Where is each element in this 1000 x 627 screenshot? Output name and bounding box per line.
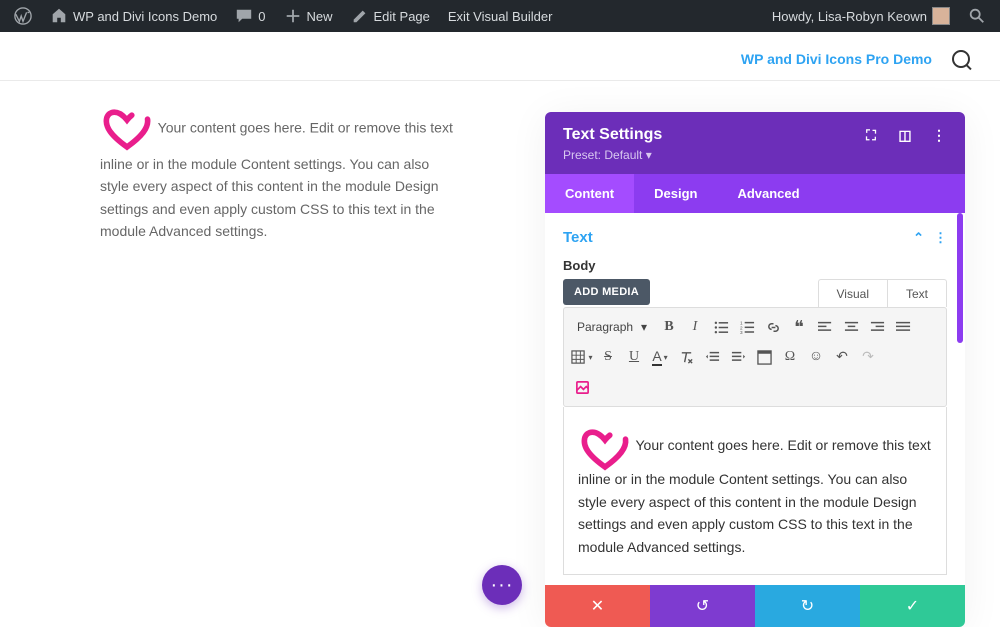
tab-content[interactable]: Content bbox=[545, 174, 634, 213]
wp-logo[interactable] bbox=[8, 0, 38, 32]
divi-icons-button[interactable] bbox=[570, 375, 594, 399]
heart-icon bbox=[100, 105, 154, 153]
tab-advanced[interactable]: Advanced bbox=[717, 174, 819, 213]
preset-selector[interactable]: Preset: Default ▾ bbox=[563, 148, 947, 162]
clear-format-icon[interactable] bbox=[674, 345, 698, 369]
snap-icon[interactable]: ◫ bbox=[897, 127, 913, 143]
panel-header[interactable]: Text Settings ⛶ ◫ ⋮ Preset: Default ▾ bbox=[545, 112, 965, 174]
editor-tab-text[interactable]: Text bbox=[887, 279, 947, 307]
number-list-icon[interactable]: 123 bbox=[735, 315, 759, 339]
comments-link[interactable]: 0 bbox=[229, 0, 271, 32]
svg-text:3: 3 bbox=[740, 330, 743, 335]
section-kebab-icon[interactable]: ⋮ bbox=[934, 230, 947, 246]
redo-button[interactable]: ↻ bbox=[755, 585, 860, 627]
emoji-icon[interactable]: ☺ bbox=[804, 345, 828, 369]
panel-tabs: Content Design Advanced bbox=[545, 174, 965, 213]
undo-icon[interactable]: ↶ bbox=[830, 345, 854, 369]
outdent-icon[interactable] bbox=[700, 345, 724, 369]
format-select[interactable]: Paragraph▾ bbox=[570, 316, 655, 338]
site-name[interactable]: WP and Divi Icons Demo bbox=[44, 0, 223, 32]
add-media-button[interactable]: ADD MEDIA bbox=[563, 279, 650, 305]
kebab-icon[interactable]: ⋮ bbox=[931, 127, 947, 143]
link-icon[interactable] bbox=[761, 315, 785, 339]
redo-icon[interactable]: ↷ bbox=[856, 345, 880, 369]
quote-icon[interactable]: ❝ bbox=[787, 315, 811, 339]
bullet-list-icon[interactable] bbox=[709, 315, 733, 339]
page-search-icon[interactable] bbox=[952, 50, 970, 68]
save-button[interactable]: ✓ bbox=[860, 585, 965, 627]
align-center-icon[interactable] bbox=[839, 315, 863, 339]
underline-icon[interactable]: U bbox=[622, 345, 646, 369]
wp-admin-bar: WP and Divi Icons Demo 0 New Edit Page E… bbox=[0, 0, 1000, 32]
page-header: WP and Divi Icons Pro Demo bbox=[0, 32, 1000, 80]
align-justify-icon[interactable] bbox=[891, 315, 915, 339]
align-left-icon[interactable] bbox=[813, 315, 837, 339]
collapse-icon[interactable]: ⌃ bbox=[913, 230, 924, 246]
panel-footer: ✕ ↺ ↻ ✓ bbox=[545, 585, 965, 627]
text-module-preview[interactable]: Your content goes here. Edit or remove t… bbox=[0, 105, 500, 243]
cancel-button[interactable]: ✕ bbox=[545, 585, 650, 627]
new-link[interactable]: New bbox=[278, 0, 339, 32]
avatar bbox=[932, 7, 950, 25]
heart-icon bbox=[578, 425, 632, 473]
edit-page-link[interactable]: Edit Page bbox=[345, 0, 436, 32]
search-icon[interactable] bbox=[962, 0, 992, 32]
textcolor-icon[interactable]: A▾ bbox=[648, 345, 672, 369]
section-title[interactable]: Text bbox=[563, 229, 593, 246]
align-right-icon[interactable] bbox=[865, 315, 889, 339]
divi-fab[interactable]: ··· bbox=[482, 565, 522, 605]
exit-visual-builder[interactable]: Exit Visual Builder bbox=[442, 0, 559, 32]
fullscreen-icon[interactable] bbox=[752, 345, 776, 369]
undo-button[interactable]: ↺ bbox=[650, 585, 755, 627]
panel-title: Text Settings bbox=[563, 126, 662, 144]
italic-icon[interactable]: I bbox=[683, 315, 707, 339]
editor-content[interactable]: Your content goes here. Edit or remove t… bbox=[563, 407, 947, 575]
tinymce-toolbar: Paragraph▾ B I 123 ❝ ▾ S U A▾ bbox=[563, 307, 947, 407]
user-greeting[interactable]: Howdy, Lisa-Robyn Keown bbox=[766, 0, 956, 32]
special-char-icon[interactable]: Ω bbox=[778, 345, 802, 369]
tab-design[interactable]: Design bbox=[634, 174, 717, 213]
expand-icon[interactable]: ⛶ bbox=[863, 127, 879, 143]
body-label: Body bbox=[563, 258, 947, 273]
bold-icon[interactable]: B bbox=[657, 315, 681, 339]
header-link[interactable]: WP and Divi Icons Pro Demo bbox=[741, 51, 932, 67]
editor-tab-visual[interactable]: Visual bbox=[818, 279, 887, 307]
strike-icon[interactable]: S bbox=[596, 345, 620, 369]
table-icon[interactable]: ▾ bbox=[570, 345, 594, 369]
text-settings-panel: Text Settings ⛶ ◫ ⋮ Preset: Default ▾ Co… bbox=[545, 112, 965, 627]
indent-icon[interactable] bbox=[726, 345, 750, 369]
